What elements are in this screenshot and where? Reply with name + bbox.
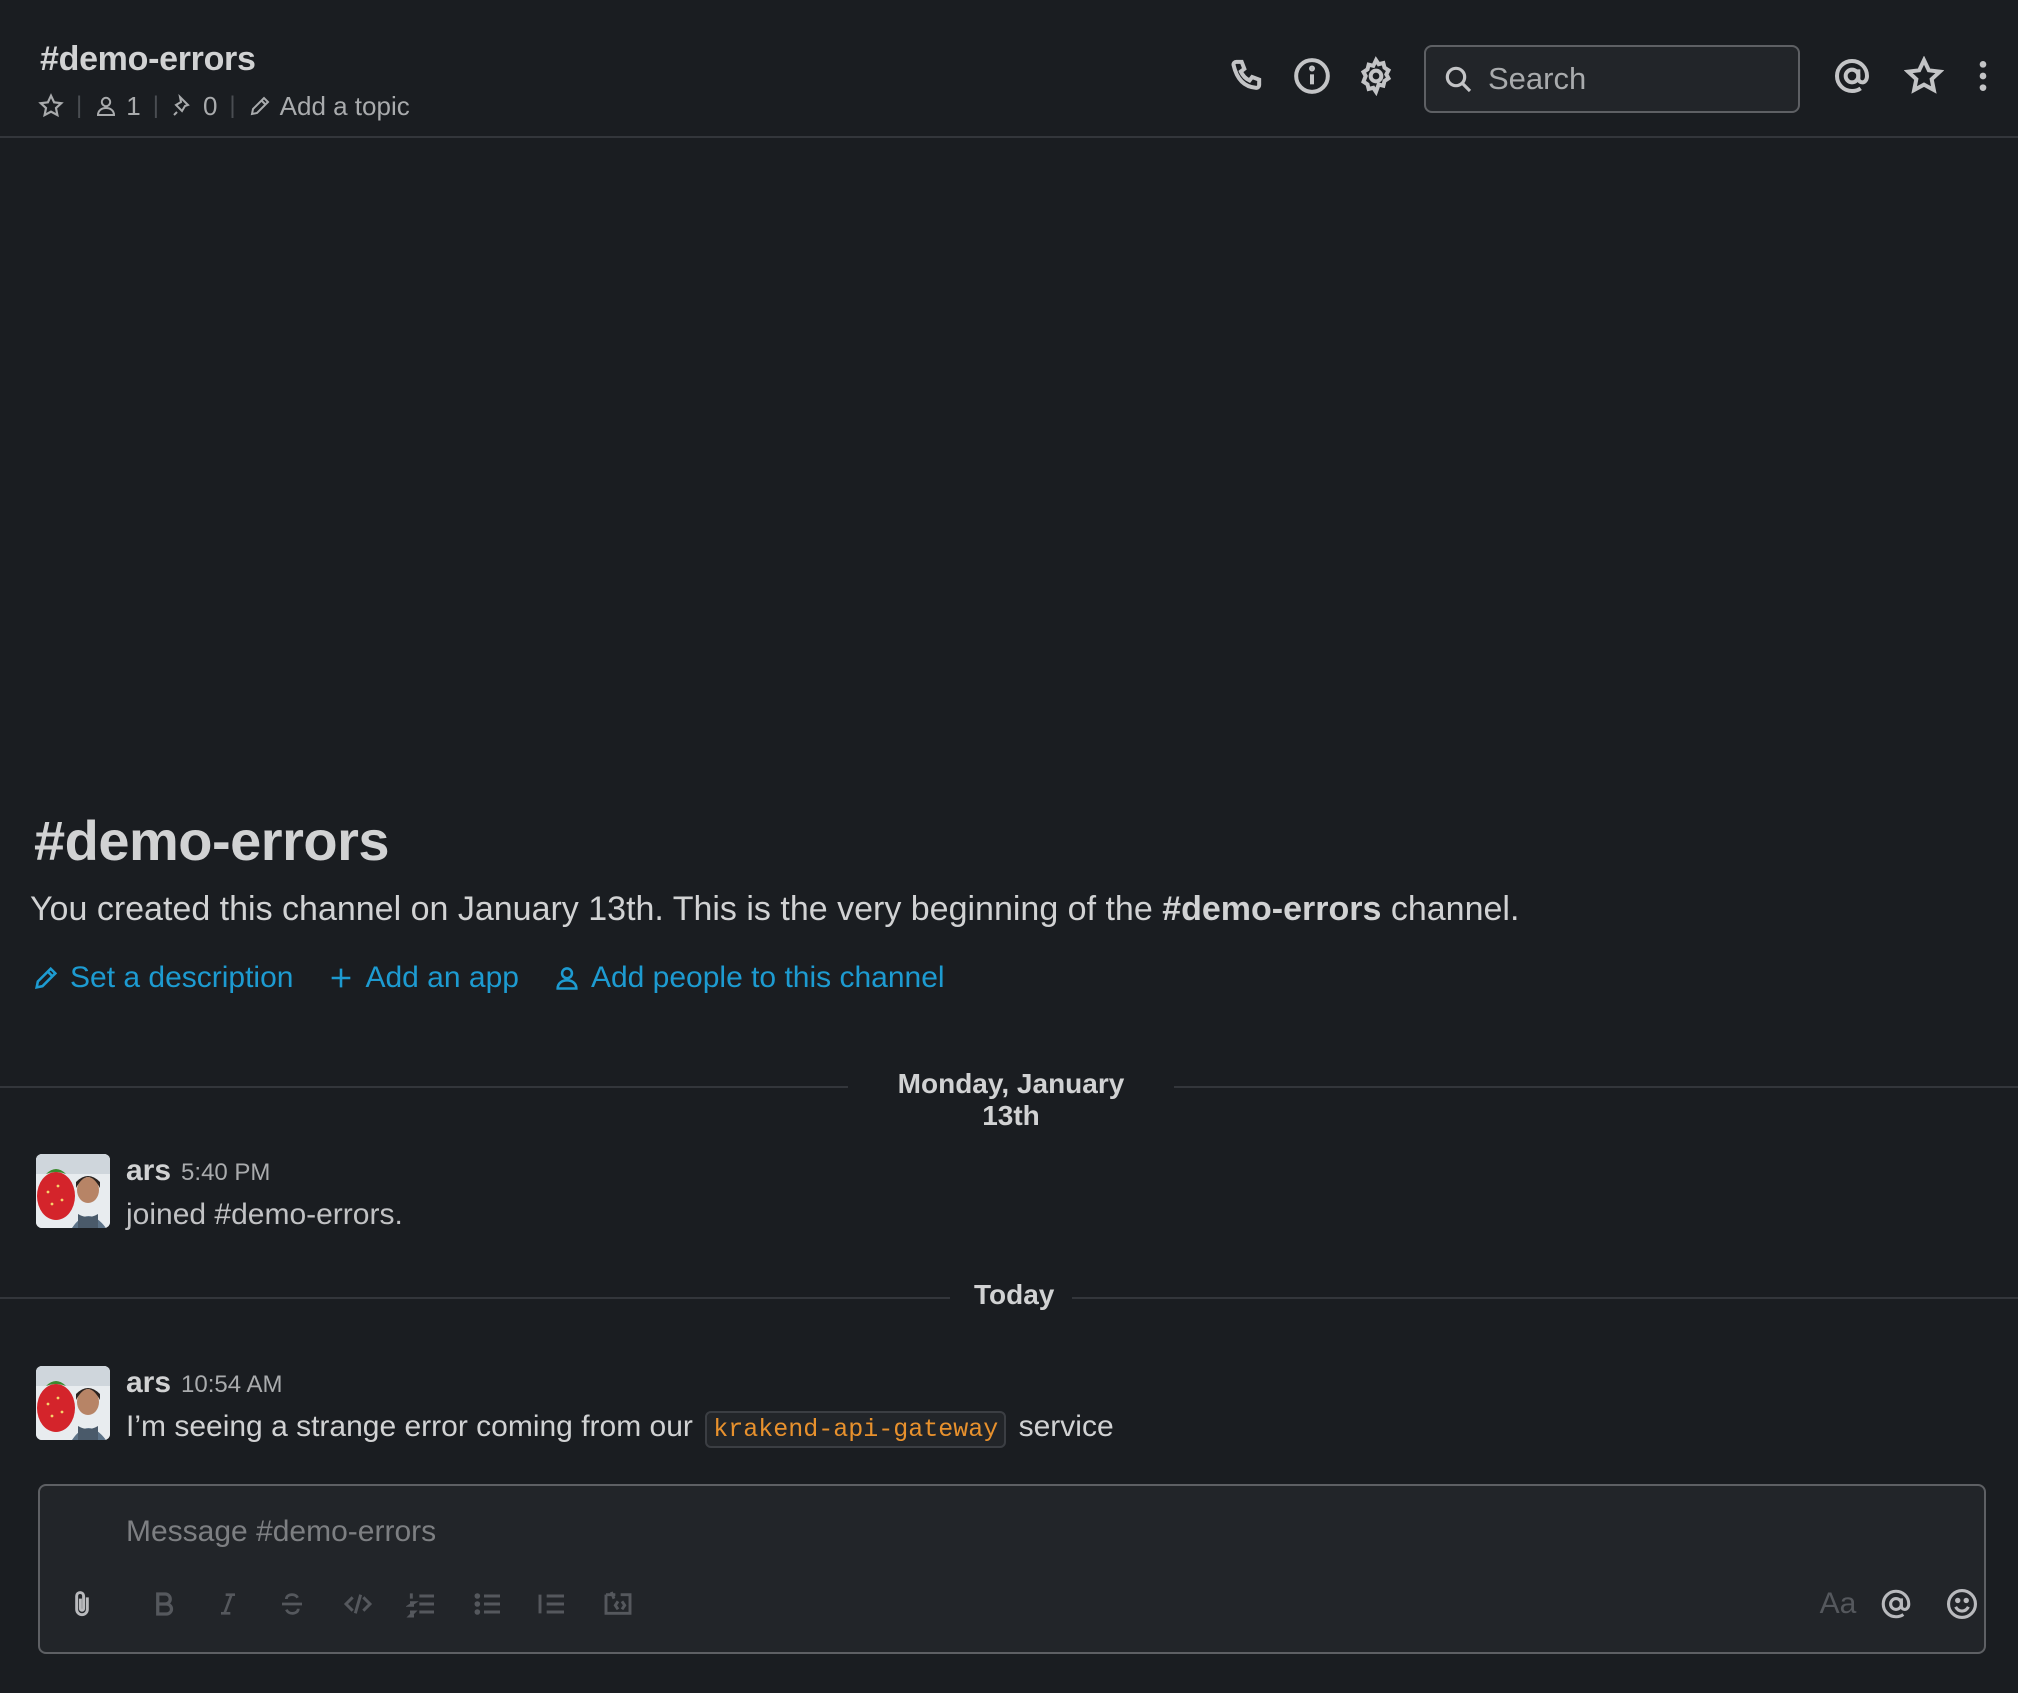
- pencil-icon: [35, 966, 58, 989]
- mentions-button[interactable]: [1832, 56, 1872, 96]
- date-divider-today[interactable]: Today: [950, 1279, 1072, 1311]
- gear-icon: [1360, 56, 1392, 96]
- bold-button[interactable]: [144, 1584, 184, 1624]
- bold-icon: [156, 1592, 174, 1616]
- user-photo: [36, 1154, 110, 1228]
- meta-separator: |: [152, 92, 159, 119]
- attach-button[interactable]: [62, 1584, 102, 1624]
- channel-meta: | 1 | 0 | Add a topic: [38, 88, 410, 124]
- add-app-link[interactable]: Add an app: [327, 961, 519, 995]
- formatting-toggle-label: Aa: [1819, 1587, 1857, 1620]
- date-divider-monday[interactable]: Monday, January 13th: [848, 1068, 1174, 1132]
- member-count: 1: [126, 90, 141, 121]
- code-icon: [343, 1594, 373, 1614]
- message-author[interactable]: ars: [126, 1154, 171, 1188]
- message-author[interactable]: ars: [126, 1366, 171, 1400]
- channel-header: #demo-errors | 1 | 0 | Add a topic: [0, 0, 2018, 138]
- set-description-link[interactable]: Set a description: [32, 961, 293, 995]
- meta-separator: |: [229, 92, 236, 119]
- pinned-count-button[interactable]: 0: [171, 91, 217, 122]
- italic-icon: [221, 1593, 235, 1615]
- search-box[interactable]: [1424, 45, 1800, 113]
- code-button[interactable]: [338, 1584, 378, 1624]
- mention-button[interactable]: [1876, 1584, 1916, 1624]
- smiley-icon: [1946, 1588, 1978, 1620]
- add-people-link[interactable]: Add people to this channel: [553, 961, 945, 995]
- paperclip-icon: [75, 1591, 89, 1617]
- vertical-ellipsis-icon: [1979, 61, 1987, 91]
- intro-actions: Set a description Add an app Add people …: [32, 958, 945, 998]
- star-channel-button[interactable]: [38, 93, 64, 119]
- message-item: ars 5:40 PM joined #demo-errors.: [36, 1154, 1986, 1234]
- blockquote-icon: [538, 1594, 564, 1614]
- message-item: ars 10:54 AM I’m seeing a strange error …: [36, 1366, 1986, 1448]
- strikethrough-button[interactable]: [272, 1584, 312, 1624]
- message-text-before: I’m seeing a strange error coming from o…: [126, 1410, 702, 1443]
- message-body: ars 10:54 AM I’m seeing a strange error …: [126, 1366, 1114, 1448]
- search-input[interactable]: [1488, 61, 1768, 97]
- formatting-toggle-button[interactable]: Aa: [1814, 1584, 1862, 1624]
- pin-icon: [173, 94, 190, 116]
- message-text-after: service: [1010, 1410, 1114, 1443]
- add-topic-label: Add a topic: [279, 90, 410, 121]
- intro-description: You created this channel on January 13th…: [30, 890, 1519, 929]
- add-people-label: Add people to this channel: [590, 961, 945, 994]
- message-timestamp[interactable]: 10:54 AM: [181, 1371, 282, 1399]
- channel-title[interactable]: #demo-errors: [40, 40, 256, 79]
- code-block-icon: [604, 1591, 632, 1615]
- italic-button[interactable]: [208, 1584, 248, 1624]
- channel-settings-button[interactable]: [1356, 56, 1396, 96]
- star-icon: [1904, 56, 1944, 94]
- message-body: ars 5:40 PM joined #demo-errors.: [126, 1154, 403, 1232]
- meta-separator: |: [76, 92, 83, 119]
- plus-icon: [332, 968, 351, 988]
- member-count-button[interactable]: 1: [94, 90, 141, 122]
- inline-code: krakend-api-gateway: [705, 1411, 1007, 1448]
- at-sign-icon: [1834, 58, 1870, 94]
- message-header: ars 5:40 PM: [126, 1154, 403, 1194]
- message-input[interactable]: [126, 1510, 1926, 1554]
- quote-button[interactable]: [532, 1584, 572, 1624]
- call-button[interactable]: [1228, 56, 1268, 96]
- more-options-button[interactable]: [1968, 56, 1998, 96]
- star-icon: [38, 93, 64, 118]
- emoji-button[interactable]: [1942, 1584, 1982, 1624]
- add-app-label: Add an app: [365, 961, 519, 994]
- bulleted-list-icon: [474, 1593, 500, 1615]
- channel-details-button[interactable]: [1292, 56, 1332, 96]
- bulleted-list-button[interactable]: [468, 1584, 508, 1624]
- intro-channel-link[interactable]: #demo-errors: [1162, 890, 1381, 928]
- message-timestamp[interactable]: 5:40 PM: [181, 1159, 270, 1187]
- intro-channel-title: #demo-errors: [34, 809, 390, 872]
- pencil-icon: [250, 96, 270, 116]
- avatar[interactable]: [36, 1366, 110, 1440]
- strikethrough-icon: [282, 1593, 302, 1615]
- add-topic-button[interactable]: Add a topic: [248, 91, 410, 122]
- person-icon: [97, 96, 116, 116]
- message-composer: Aa: [38, 1484, 1986, 1654]
- intro-text-after: channel.: [1381, 890, 1520, 928]
- ordered-list-icon: [406, 1593, 434, 1618]
- code-block-button[interactable]: [598, 1584, 638, 1624]
- message-header: ars 10:54 AM: [126, 1366, 1114, 1406]
- message-text: I’m seeing a strange error coming from o…: [126, 1410, 1114, 1448]
- starred-items-button[interactable]: [1904, 56, 1944, 96]
- pinned-count: 0: [202, 90, 218, 121]
- user-photo: [36, 1366, 110, 1440]
- avatar[interactable]: [36, 1154, 110, 1228]
- message-text: joined #demo-errors.: [126, 1198, 403, 1231]
- at-sign-icon: [1881, 1589, 1911, 1619]
- ordered-list-button[interactable]: [402, 1584, 442, 1624]
- set-description-label: Set a description: [70, 961, 294, 994]
- search-icon: [1445, 66, 1472, 93]
- info-icon: [1294, 58, 1330, 94]
- phone-icon: [1231, 59, 1262, 90]
- intro-text-before: You created this channel on January 13th…: [30, 890, 1163, 928]
- person-icon: [556, 967, 578, 990]
